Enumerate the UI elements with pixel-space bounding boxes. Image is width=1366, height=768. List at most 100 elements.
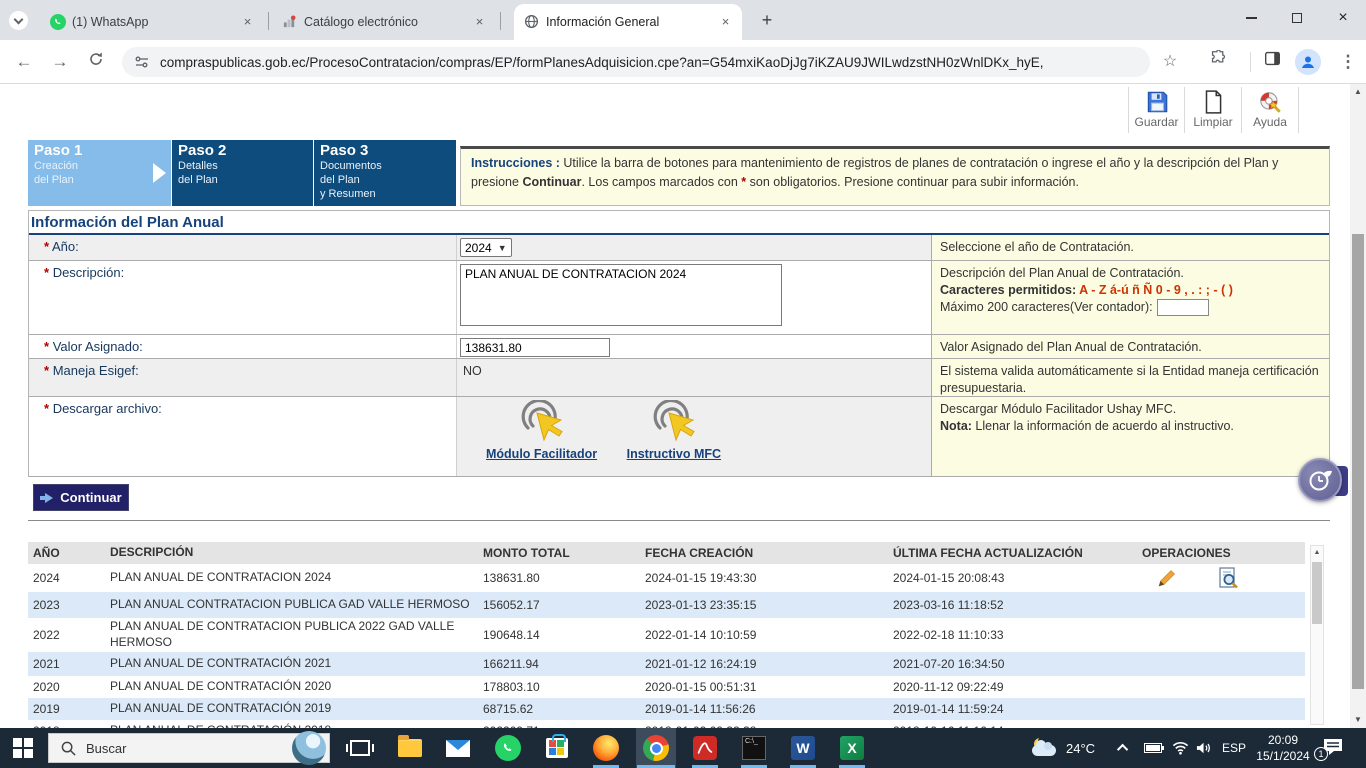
instructivo-mfc-link[interactable]: Instructivo MFC xyxy=(627,447,721,461)
profile-avatar[interactable] xyxy=(1295,49,1321,75)
tab-close-icon[interactable]: × xyxy=(239,14,256,31)
page-content: Guardar Limpiar Ayuda Paso 1 Creación de… xyxy=(0,84,1350,728)
tray-expand-button[interactable] xyxy=(1120,728,1128,768)
scroll-up-arrow[interactable]: ▲ xyxy=(1311,546,1323,559)
terminal-button[interactable]: C:\_ xyxy=(734,728,774,768)
date: 15/1/2024 xyxy=(1252,748,1314,764)
continue-label: Continuar xyxy=(60,490,121,505)
task-view-button[interactable] xyxy=(340,728,380,768)
search-highlight-image[interactable] xyxy=(292,731,326,765)
word-button[interactable]: W xyxy=(783,728,823,768)
cell-creacion: 2019-01-14 11:56:26 xyxy=(645,702,893,716)
step-line: Detalles xyxy=(172,160,313,174)
extensions-icon[interactable] xyxy=(1206,50,1230,74)
instructions-box: Instrucciones : Utilice la barra de boto… xyxy=(460,146,1330,206)
form-row-valor: * Valor Asignado: Valor Asignado del Pla… xyxy=(29,335,1329,359)
window-close-button[interactable]: × xyxy=(1320,0,1366,36)
cell-actualizacion: 2019-01-14 11:59:24 xyxy=(893,702,1142,716)
floating-accessibility-widget[interactable] xyxy=(1298,458,1350,504)
save-button[interactable]: Guardar xyxy=(1128,87,1185,133)
step-2-detalles[interactable]: Paso 2 Detalles del Plan xyxy=(172,140,313,206)
modulo-facilitador-download[interactable]: Módulo Facilitador xyxy=(486,400,597,461)
start-button[interactable] xyxy=(0,728,40,768)
floppy-disk-icon xyxy=(1129,89,1184,115)
window-maximize-button[interactable] xyxy=(1274,0,1320,36)
weather-widget[interactable]: 24°C xyxy=(1032,728,1095,768)
plans-table: AÑO DESCRIPCIÓN MONTO TOTAL FECHA CREACI… xyxy=(28,542,1305,728)
tab-close-icon[interactable]: × xyxy=(717,14,734,31)
table-row: 2024PLAN ANUAL DE CONTRATACION 202413863… xyxy=(28,564,1305,592)
help-button[interactable]: Ayuda xyxy=(1242,87,1299,133)
browser-menu-icon[interactable]: ⋮ xyxy=(1336,50,1360,74)
clear-button[interactable]: Limpiar xyxy=(1185,87,1242,133)
year-select[interactable]: 2024▼ xyxy=(460,238,512,257)
volume-indicator[interactable] xyxy=(1196,728,1213,768)
step-line: Documentos xyxy=(314,160,456,174)
file-explorer-button[interactable] xyxy=(390,728,430,768)
firefox-icon xyxy=(593,735,619,761)
scrollbar-thumb[interactable] xyxy=(1312,562,1322,624)
mail-button[interactable] xyxy=(438,728,478,768)
chevron-down-icon xyxy=(14,14,24,24)
window-minimize-button[interactable] xyxy=(1228,0,1274,36)
tab-catalogo[interactable]: Catálogo electrónico × xyxy=(272,4,496,40)
wifi-indicator[interactable] xyxy=(1172,728,1189,768)
instructivo-mfc-download[interactable]: Instructivo MFC xyxy=(627,400,721,461)
battery-indicator[interactable] xyxy=(1144,728,1164,768)
step-1-creacion[interactable]: Paso 1 Creación del Plan xyxy=(28,140,171,206)
cell-creacion: 2024-01-15 19:43:30 xyxy=(645,571,893,585)
valor-input[interactable] xyxy=(460,338,610,357)
page-scrollbar: ▲ ▼ xyxy=(1350,84,1366,728)
cell-ano: 2020 xyxy=(28,680,110,694)
microsoft-store-button[interactable] xyxy=(537,728,577,768)
wifi-icon xyxy=(1172,741,1189,755)
address-bar[interactable]: compraspublicas.gob.ec/ProcesoContrataci… xyxy=(122,47,1150,77)
step-3-documentos[interactable]: Paso 3 Documentos del Plan y Resumen xyxy=(314,140,456,206)
tab-chevron-button[interactable] xyxy=(9,11,28,30)
modulo-facilitador-link[interactable]: Módulo Facilitador xyxy=(486,447,597,461)
word-icon: W xyxy=(791,736,815,760)
whatsapp-button[interactable] xyxy=(488,728,528,768)
chrome-icon xyxy=(643,735,669,761)
counter-input[interactable] xyxy=(1157,299,1209,316)
descripcion-textarea[interactable]: PLAN ANUAL DE CONTRATACION 2024 xyxy=(460,264,782,326)
field-label: * Maneja Esigef: xyxy=(29,359,456,396)
site-info-icon[interactable] xyxy=(134,54,150,70)
taskbar-search[interactable]: Buscar xyxy=(48,733,330,763)
new-tab-button[interactable]: + xyxy=(754,8,780,34)
side-panel-icon[interactable] xyxy=(1260,50,1284,74)
back-button[interactable]: ← xyxy=(12,50,36,74)
language-indicator[interactable]: ESP xyxy=(1222,728,1246,768)
excel-icon: X xyxy=(840,736,864,760)
tab-close-icon[interactable]: × xyxy=(471,14,488,31)
acrobat-button[interactable] xyxy=(685,728,725,768)
step-line: del Plan xyxy=(28,174,171,188)
forward-button[interactable]: → xyxy=(48,50,72,74)
field-help: El sistema valida automáticamente si la … xyxy=(931,359,1329,396)
edit-pencil-icon[interactable] xyxy=(1154,567,1178,589)
scrollbar-thumb[interactable] xyxy=(1352,234,1364,689)
notification-center-button[interactable]: 1 xyxy=(1322,737,1346,759)
preview-document-icon[interactable] xyxy=(1216,566,1240,590)
reload-button[interactable] xyxy=(84,50,108,74)
cell-creacion: 2020-01-15 00:51:31 xyxy=(645,680,893,694)
chrome-button[interactable] xyxy=(636,728,676,768)
excel-button[interactable]: X xyxy=(832,728,872,768)
instructions-text: son obligatorios. Presione continuar par… xyxy=(746,175,1079,189)
tab-informacion-general[interactable]: Información General × xyxy=(514,4,742,40)
click-cursor-icon xyxy=(649,400,699,444)
form-row-ano: * Año: 2024▼ Seleccione el año de Contra… xyxy=(29,235,1329,261)
continue-button[interactable]: Continuar xyxy=(33,484,129,511)
firefox-button[interactable] xyxy=(586,728,626,768)
browser-toolbar: ← → compraspublicas.gob.ec/ProcesoContra… xyxy=(0,40,1366,84)
scroll-down-arrow[interactable]: ▼ xyxy=(1350,712,1366,728)
bookmark-star-icon[interactable]: ☆ xyxy=(1158,50,1182,74)
clock[interactable]: 20:09 15/1/2024 xyxy=(1252,732,1314,764)
tab-whatsapp[interactable]: (1) WhatsApp × xyxy=(40,4,264,40)
task-view-icon xyxy=(350,740,370,756)
required-asterisk: * xyxy=(44,339,49,354)
scroll-up-arrow[interactable]: ▲ xyxy=(1350,84,1366,100)
clear-label: Limpiar xyxy=(1193,115,1232,129)
cell-monto: 68715.62 xyxy=(483,702,645,716)
speaker-icon xyxy=(1196,741,1213,755)
